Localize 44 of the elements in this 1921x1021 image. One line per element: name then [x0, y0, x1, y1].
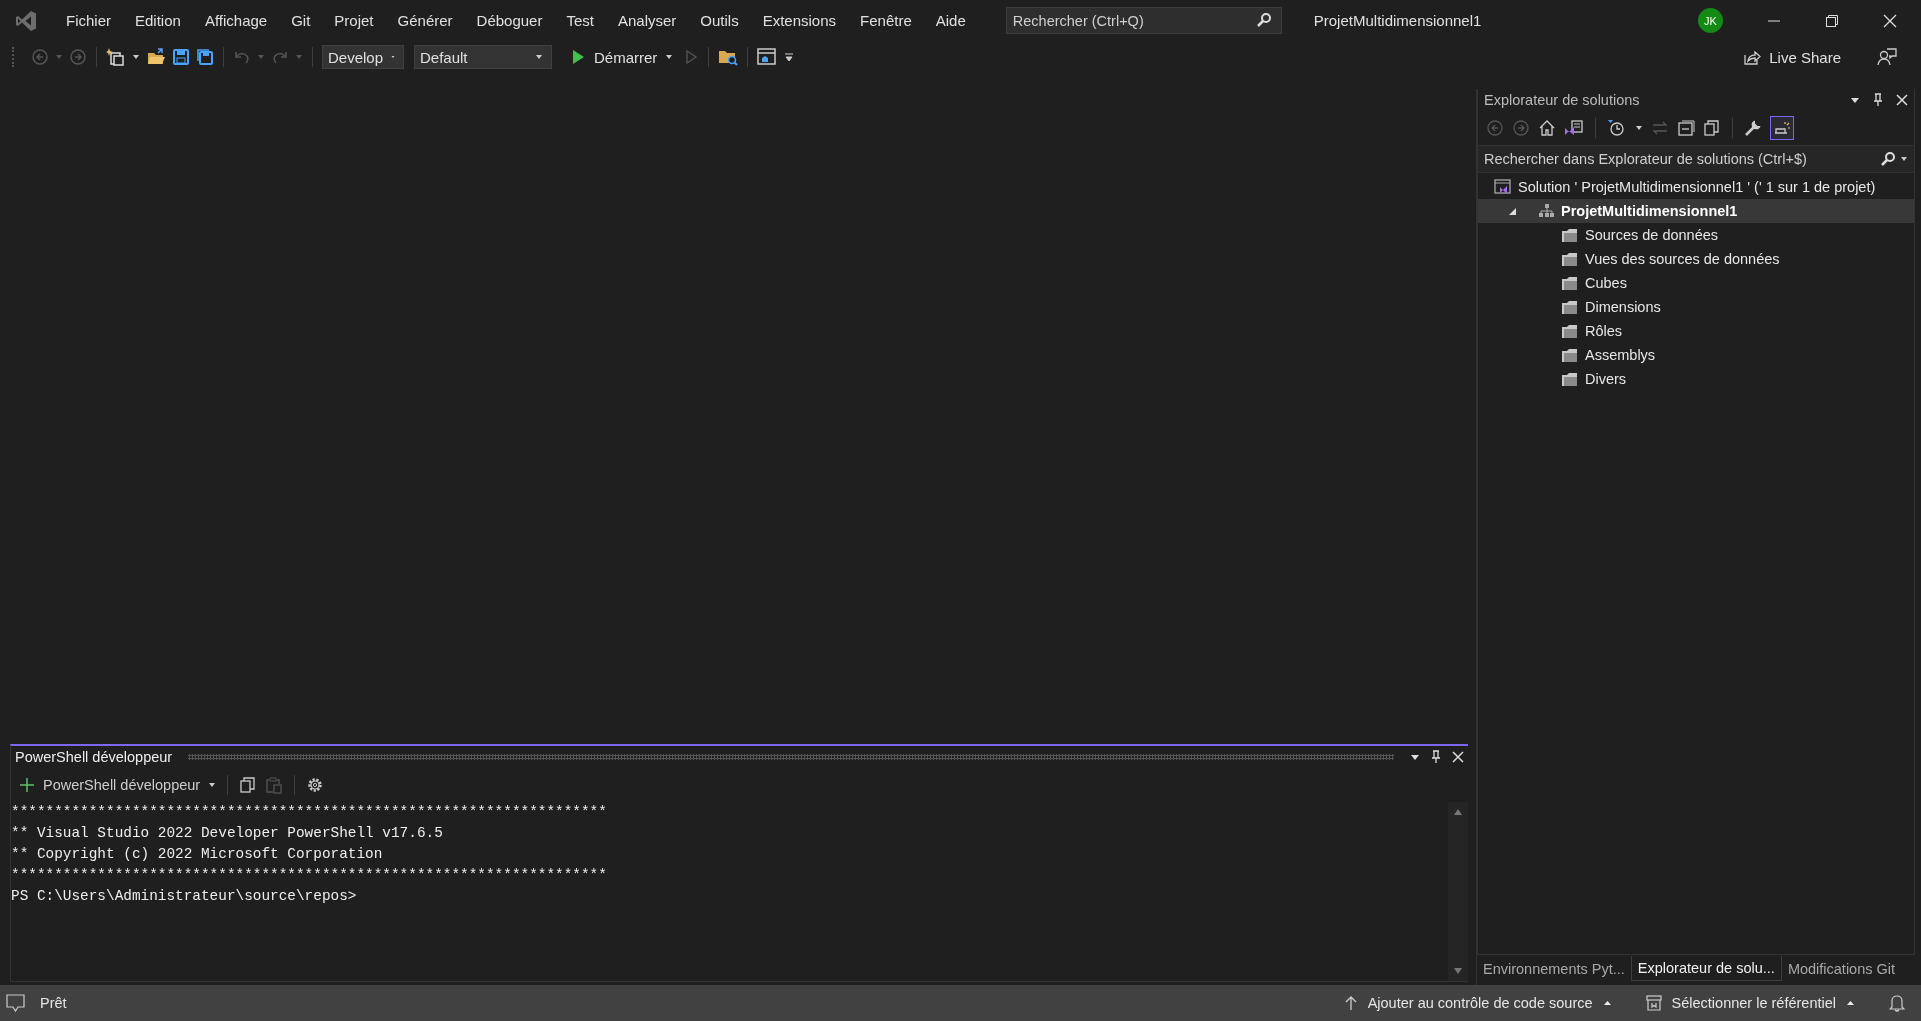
source-control-button[interactable]: Ajouter au contrôle de code source	[1331, 995, 1624, 1011]
menu-item[interactable]: Aide	[923, 12, 978, 29]
search-field[interactable]: Rechercher dans Explorateur de solutions (Ctrl+$)	[1478, 146, 1914, 172]
menu-item[interactable]: Affichage	[192, 12, 280, 29]
console-line: PS C:\Users\Administrateur\source\repos>	[11, 887, 358, 906]
tree-item[interactable]: Vues des sources de données	[1478, 247, 1914, 271]
tree-item[interactable]: Solution ' ProjetMultidimensionnel1 ' (' 1 sur 1 de projet)	[1478, 175, 1914, 199]
tree-item[interactable]: Divers	[1478, 367, 1914, 391]
start-button[interactable]: Démarrer	[566, 48, 678, 66]
console-line: *********************************************************************	[11, 866, 608, 885]
panel-title: PowerShell développeur	[15, 749, 173, 765]
tree-item[interactable]: Rôles	[1478, 319, 1914, 343]
menu-item[interactable]: Fichier	[54, 12, 123, 29]
panel-tab[interactable]: Explorateur de solu...	[1630, 956, 1782, 981]
menu-item[interactable]: Fenêtre	[848, 12, 924, 29]
configuration-dropdown[interactable]: Develop	[322, 45, 404, 69]
menu-item[interactable]: Déboguer	[464, 12, 555, 29]
console-line: *********************************************************************	[11, 803, 608, 822]
tree-item[interactable]: Dimensions	[1478, 295, 1914, 319]
menu-item[interactable]: Edition	[123, 12, 193, 29]
new-terminal-button[interactable]: PowerShell développeur	[19, 777, 217, 793]
tree-item[interactable]: Assemblys	[1478, 343, 1914, 367]
account-avatar[interactable]: JK	[1698, 8, 1723, 33]
console-line: ** Visual Studio 2022 Developer PowerShell v17.6.5	[11, 824, 444, 843]
status-text: Prêt	[40, 995, 67, 1011]
tree-item[interactable]: Cubes	[1478, 271, 1914, 295]
live-share-button[interactable]: Live Share	[1737, 47, 1847, 67]
menu-item[interactable]: Outils	[688, 12, 751, 29]
tree-item[interactable]: ProjetMultidimensionnel1	[1478, 199, 1914, 223]
panel-tab[interactable]: Modifications Git	[1781, 957, 1902, 981]
window-title: ProjetMultidimensionnel1	[1313, 12, 1482, 29]
menu-item[interactable]: Projet	[322, 12, 386, 29]
search-field[interactable]: Rechercher (Ctrl+Q)	[1005, 7, 1282, 34]
menu-item[interactable]: Test	[554, 12, 606, 29]
platform-dropdown[interactable]: Default	[414, 45, 552, 69]
menu-item[interactable]: Générer	[385, 12, 465, 29]
menu-item[interactable]: Extensions	[750, 12, 849, 29]
menu-item[interactable]: Git	[279, 12, 323, 29]
tree-item[interactable]: Sources de données	[1478, 223, 1914, 247]
panel-tab[interactable]: Environnements Pyt...	[1477, 957, 1631, 981]
menu-item[interactable]: Analyser	[605, 12, 689, 29]
panel-title: Explorateur de solutions	[1484, 92, 1640, 108]
repository-button[interactable]: Sélectionner le référentiel	[1633, 995, 1867, 1011]
console-line: ** Copyright (c) 2022 Microsoft Corporation	[11, 845, 384, 864]
